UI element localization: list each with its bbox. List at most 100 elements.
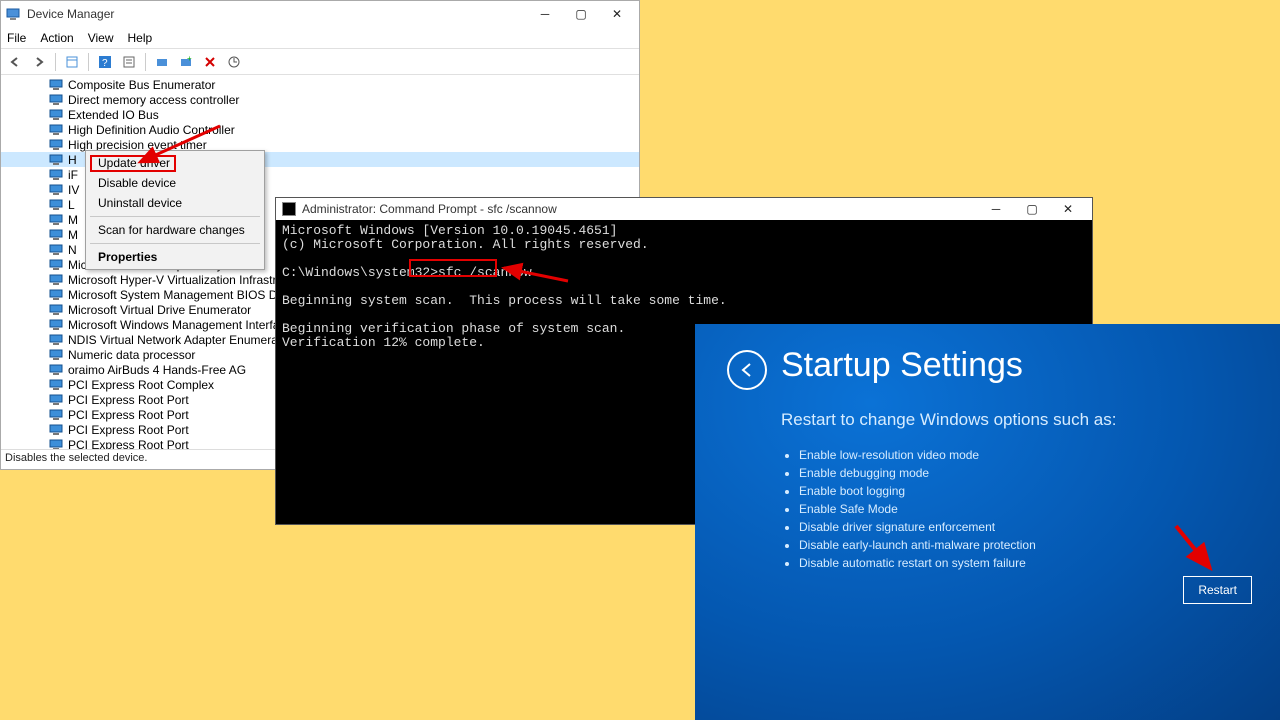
device-label: Microsoft Virtual Drive Enumerator: [68, 303, 251, 317]
window-title: Administrator: Command Prompt - sfc /sca…: [302, 202, 978, 216]
device-icon: [49, 319, 63, 330]
output-line: Verification 12% complete.: [282, 335, 485, 350]
remove-icon[interactable]: [200, 52, 220, 72]
device-icon: [49, 334, 63, 345]
device-icon: [49, 424, 63, 435]
minimize-button[interactable]: ─: [978, 197, 1014, 221]
device-label: M: [68, 228, 78, 242]
device-label: L: [68, 198, 75, 212]
device-icon: [49, 259, 63, 270]
device-label: Composite Bus Enumerator: [68, 78, 215, 92]
device-icon: [49, 379, 63, 390]
device-icon: [49, 169, 63, 180]
cmd-icon: [282, 202, 296, 216]
device-icon: [49, 109, 63, 120]
device-label: IV: [68, 183, 79, 197]
device-icon: [49, 124, 63, 135]
close-button[interactable]: ✕: [599, 2, 635, 26]
device-label: PCI Express Root Port: [68, 438, 189, 450]
device-label: PCI Express Root Port: [68, 408, 189, 422]
context-menu: Update driverDisable deviceUninstall dev…: [85, 150, 265, 270]
device-label: PCI Express Root Port: [68, 423, 189, 437]
maximize-button[interactable]: ▢: [1014, 197, 1050, 221]
menu-separator: [90, 216, 260, 217]
device-icon: [49, 244, 63, 255]
device-icon: [49, 184, 63, 195]
device-icon: [49, 214, 63, 225]
options-list: Enable low-resolution video mode Enable d…: [799, 444, 1036, 574]
device-label: Extended IO Bus: [68, 108, 159, 122]
device-icon: [49, 304, 63, 315]
startup-option: Enable low-resolution video mode: [799, 448, 1036, 462]
menu-file[interactable]: File: [7, 31, 26, 45]
device-label: M: [68, 213, 78, 227]
dm-titlebar[interactable]: Device Manager ─ ▢ ✕: [1, 1, 639, 27]
device-icon: [49, 79, 63, 90]
startup-option: Disable early-launch anti-malware protec…: [799, 538, 1036, 552]
back-button[interactable]: [727, 350, 767, 390]
window-controls: ─ ▢ ✕: [978, 197, 1086, 221]
device-label: Microsoft System Management BIOS Driver: [68, 288, 301, 302]
command-text: sfc /scannow: [438, 265, 532, 280]
startup-option: Disable driver signature enforcement: [799, 520, 1036, 534]
scan-icon[interactable]: [152, 52, 172, 72]
device-label: Direct memory access controller: [68, 93, 239, 107]
toolbar: ? +: [1, 49, 639, 75]
forward-icon[interactable]: [29, 52, 49, 72]
output-line: Beginning system scan. This process will…: [282, 293, 727, 308]
context-menu-item[interactable]: Update driver: [88, 153, 262, 173]
menu-view[interactable]: View: [88, 31, 114, 45]
window-controls: ─ ▢ ✕: [527, 2, 635, 26]
device-icon: [49, 199, 63, 210]
startup-option: Disable automatic restart on system fail…: [799, 556, 1036, 570]
help-icon[interactable]: ?: [95, 52, 115, 72]
device-item[interactable]: High Definition Audio Controller: [1, 122, 639, 137]
svg-text:?: ?: [102, 58, 108, 69]
context-menu-item[interactable]: Properties: [88, 247, 262, 267]
menu-separator: [90, 243, 260, 244]
update-icon[interactable]: [224, 52, 244, 72]
startup-option: Enable Safe Mode: [799, 502, 1036, 516]
startup-option: Enable debugging mode: [799, 466, 1036, 480]
menubar: File Action View Help: [1, 27, 639, 49]
context-menu-item[interactable]: Uninstall device: [88, 193, 262, 213]
device-icon: [49, 229, 63, 240]
restart-button[interactable]: Restart: [1183, 576, 1252, 604]
device-label: PCI Express Root Complex: [68, 378, 214, 392]
startup-settings-screen: Startup Settings Restart to change Windo…: [695, 324, 1280, 720]
minimize-button[interactable]: ─: [527, 2, 563, 26]
maximize-button[interactable]: ▢: [563, 2, 599, 26]
device-label: H: [68, 153, 77, 167]
window-title: Device Manager: [27, 7, 527, 21]
device-icon: [49, 139, 63, 150]
output-line: Microsoft Windows [Version 10.0.19045.46…: [282, 223, 617, 238]
context-menu-item[interactable]: Scan for hardware changes: [88, 220, 262, 240]
device-item[interactable]: Composite Bus Enumerator: [1, 77, 639, 92]
device-label: NDIS Virtual Network Adapter Enumerator: [68, 333, 292, 347]
menu-help[interactable]: Help: [128, 31, 153, 45]
prompt: C:\Windows\system32>: [282, 265, 438, 280]
context-menu-item[interactable]: Disable device: [88, 173, 262, 193]
device-item[interactable]: Direct memory access controller: [1, 92, 639, 107]
properties-icon[interactable]: [119, 52, 139, 72]
close-button[interactable]: ✕: [1050, 197, 1086, 221]
device-label: High Definition Audio Controller: [68, 123, 235, 137]
cmd-titlebar[interactable]: Administrator: Command Prompt - sfc /sca…: [276, 198, 1092, 220]
device-label: Numeric data processor: [68, 348, 195, 362]
device-manager-icon: [5, 6, 21, 22]
menu-action[interactable]: Action: [40, 31, 73, 45]
show-hide-tree-icon[interactable]: [62, 52, 82, 72]
device-label: iF: [68, 168, 78, 182]
output-line: (c) Microsoft Corporation. All rights re…: [282, 237, 649, 252]
output-line: Beginning verification phase of system s…: [282, 321, 625, 336]
add-driver-icon[interactable]: +: [176, 52, 196, 72]
device-label: N: [68, 243, 77, 257]
device-icon: [49, 154, 63, 165]
device-icon: [49, 349, 63, 360]
device-label: PCI Express Root Port: [68, 393, 189, 407]
annotation-arrow: [1166, 520, 1226, 580]
device-item[interactable]: Extended IO Bus: [1, 107, 639, 122]
device-icon: [49, 439, 63, 449]
back-icon[interactable]: [5, 52, 25, 72]
device-icon: [49, 274, 63, 285]
